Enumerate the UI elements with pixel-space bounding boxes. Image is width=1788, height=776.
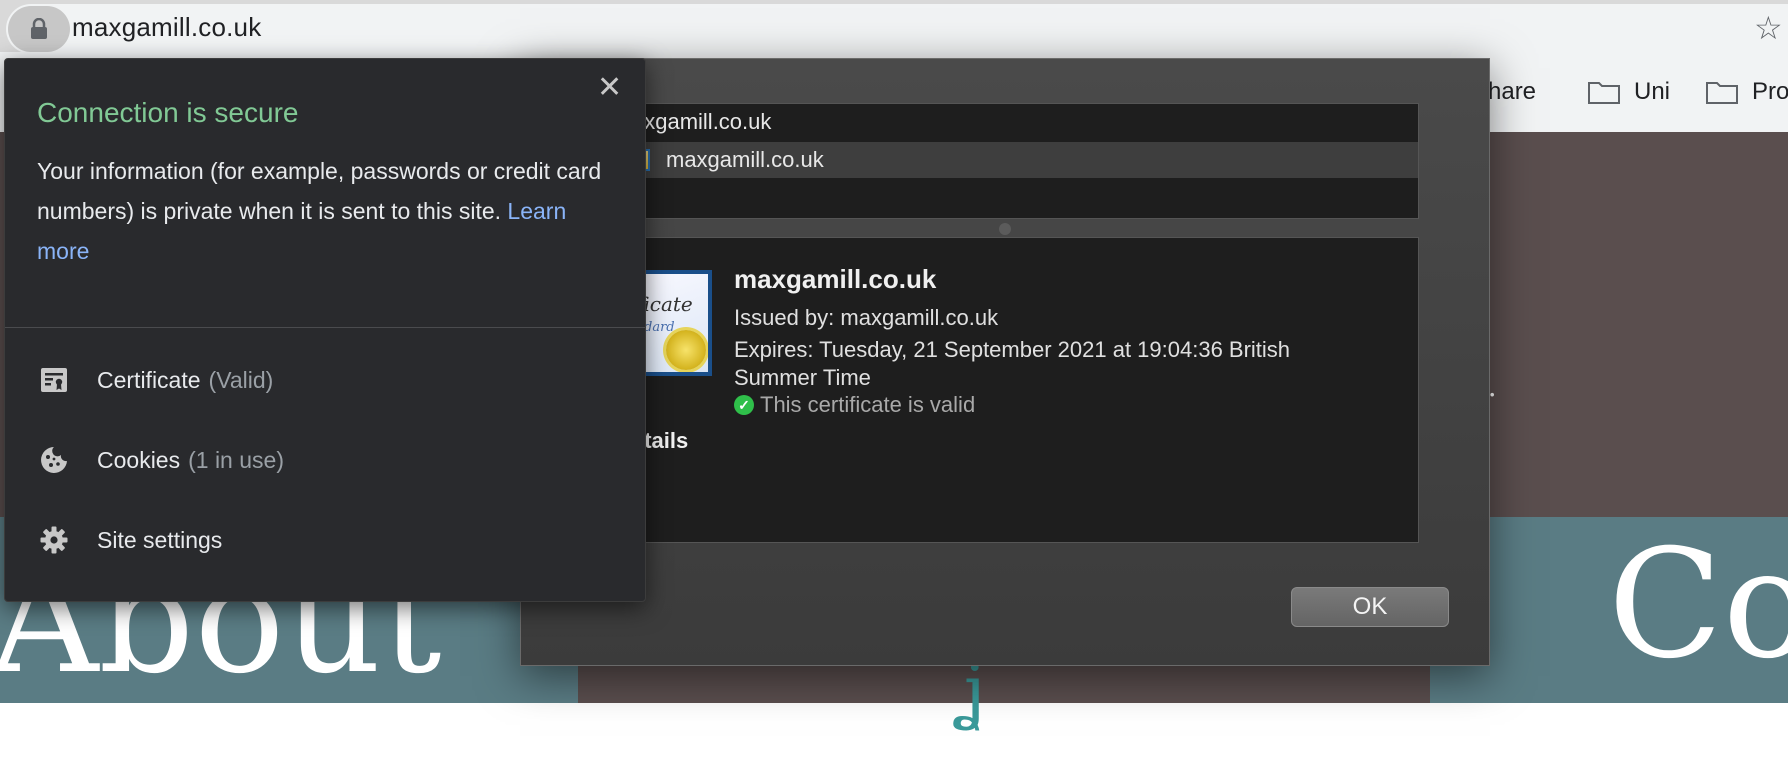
ok-button[interactable]: OK <box>1291 587 1449 627</box>
divider <box>5 327 645 328</box>
omnibox[interactable] <box>6 4 1788 54</box>
cookies-label: Cookies <box>97 446 181 473</box>
certificate-dialog: axgamill.co.uk maxgamill.co.uk ificate d… <box>520 58 1490 666</box>
site-settings-label: Site settings <box>97 526 223 553</box>
issued-by: Issued by: maxgamill.co.uk <box>734 305 999 330</box>
bookmark-folder-uni[interactable]: Uni <box>1588 78 1670 106</box>
folder-icon <box>1588 82 1620 104</box>
tree-item-label: maxgamill.co.uk <box>666 147 824 172</box>
bookmark-star-icon[interactable]: ☆ <box>1754 9 1788 47</box>
certificate-status: (Valid) <box>208 366 274 393</box>
bookmark-label: Pro <box>1752 78 1788 105</box>
certificate-label: Certificate <box>97 366 201 393</box>
tree-item-label: axgamill.co.uk <box>632 109 772 134</box>
lock-icon <box>31 18 47 39</box>
validity-status: ✓ This certificate is valid <box>734 392 975 418</box>
site-info-popup: ✕ Connection is secure Your information … <box>4 58 646 602</box>
expires: Expires: Tuesday, 21 September 2021 at 1… <box>734 337 1291 390</box>
site-info-button[interactable] <box>8 6 70 52</box>
cookies-item[interactable]: Cookies (1 in use) <box>37 443 284 477</box>
close-icon[interactable]: ✕ <box>597 73 622 103</box>
contact-heading[interactable]: Co <box>1608 530 1788 680</box>
cookie-icon <box>37 443 71 477</box>
certificate-detail: ificate dard maxgamill.co.uk Issued by: … <box>631 237 1419 543</box>
splitter-handle[interactable] <box>999 223 1011 235</box>
seal-icon <box>666 330 706 370</box>
url-text[interactable]: maxgamill.co.uk <box>72 12 261 43</box>
gear-icon <box>37 523 71 557</box>
tree-item-root[interactable]: axgamill.co.uk <box>632 104 1418 140</box>
bookmark-folder-pro[interactable]: Pro <box>1706 78 1788 106</box>
check-circle-icon: ✓ <box>734 395 754 415</box>
certificate-image-subtext: dard <box>644 320 675 335</box>
address-bar: maxgamill.co.uk ☆ <box>0 0 1788 54</box>
cookies-count: (1 in use) <box>188 446 284 473</box>
bookmark-label: Uni <box>1634 78 1671 105</box>
folder-icon <box>1706 82 1738 104</box>
certificate-name: maxgamill.co.uk <box>734 264 937 294</box>
popup-description: Your information (for example, passwords… <box>37 151 617 271</box>
certificate-icon <box>37 363 71 397</box>
popup-title: Connection is secure <box>37 97 299 128</box>
certificate-tree: axgamill.co.uk maxgamill.co.uk <box>631 103 1419 219</box>
site-settings-item[interactable]: Site settings <box>37 523 222 557</box>
tree-item-leaf[interactable]: maxgamill.co.uk <box>632 142 1418 178</box>
certificate-item[interactable]: Certificate (Valid) <box>37 363 273 397</box>
validity-text: This certificate is valid <box>760 392 976 417</box>
